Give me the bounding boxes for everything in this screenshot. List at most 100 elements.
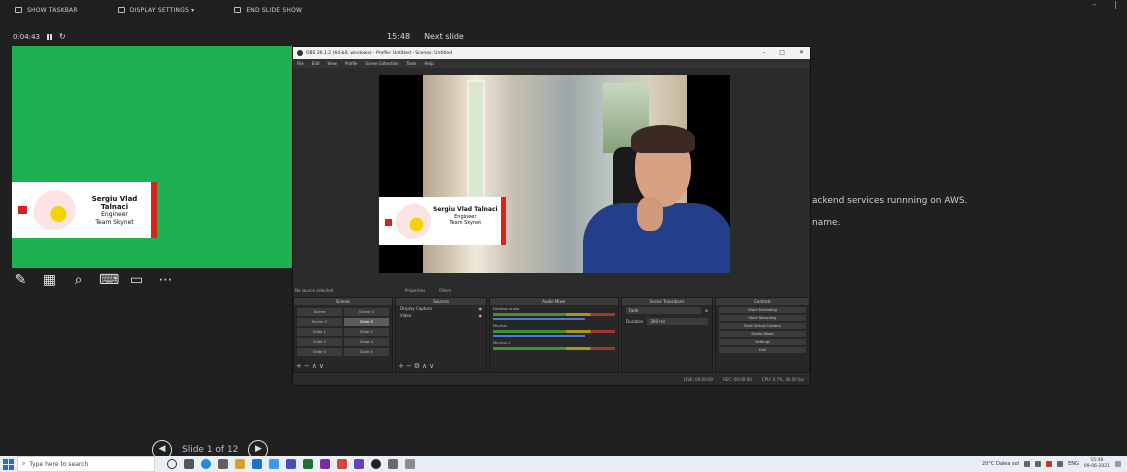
language-indicator[interactable]: ENG [1068, 461, 1079, 467]
settings-button[interactable]: Settings [719, 339, 806, 345]
more-icon[interactable]: ⋯ [157, 272, 174, 289]
obs-maximize-icon[interactable]: □ [779, 49, 785, 56]
minimize-icon[interactable]: – [1092, 0, 1096, 9]
obs-app-icon [297, 50, 303, 56]
menu-edit[interactable]: Edit [312, 61, 320, 66]
display-icon [117, 7, 125, 13]
duration-label: Duration [626, 319, 644, 324]
scene-button[interactable]: Scene 2 [344, 308, 389, 316]
menu-file[interactable]: File [297, 61, 304, 66]
start-streaming-button[interactable]: Start Streaming [719, 307, 806, 313]
source-add-remove-icons[interactable]: +−⚙∧∨ [398, 362, 436, 370]
doodle-illustration [32, 190, 76, 230]
scene-button[interactable]: Scene 3 [297, 318, 342, 326]
scene-button[interactable]: Slide 5 [297, 348, 342, 356]
notes-line-2: name. [812, 218, 841, 228]
obs-preview[interactable]: Sergiu Vlad Talnaci Engineer Team Skynet [379, 75, 730, 273]
menu-profile[interactable]: Profile [345, 61, 357, 66]
next-slide-label: Next slide [424, 32, 464, 41]
subtitles-icon[interactable]: ▭ [128, 272, 145, 289]
rec-time: REC: 00:00:00 [723, 376, 752, 382]
volume-fader[interactable] [493, 318, 585, 320]
onenote-icon[interactable] [320, 459, 330, 469]
visual-studio-icon[interactable] [354, 459, 364, 469]
powerpoint-icon[interactable] [337, 459, 347, 469]
cortana-icon[interactable] [167, 459, 177, 469]
volume-fader[interactable] [493, 335, 585, 337]
reset-timer-icon[interactable]: ↻ [59, 32, 66, 41]
transition-add-icon[interactable]: ⊕ [705, 308, 708, 313]
scene-button[interactable]: Slide 5 [344, 348, 389, 356]
taskbar-date: 09-06-2021 [1083, 464, 1110, 469]
filters-button[interactable]: Filters [439, 288, 451, 293]
preview-card-text: Sergiu Vlad Talnaci Engineer Team Skynet [433, 206, 498, 227]
menu-scene-collection[interactable]: Scene Collection [365, 61, 398, 66]
windows-start-icon[interactable] [3, 458, 14, 470]
mixer-title: Audio Mixer [490, 298, 618, 305]
scene-button[interactable]: Slide 3 [297, 338, 342, 346]
pointer-screen-icon[interactable]: ⌨ [99, 272, 119, 289]
zoom-icon[interactable]: ⌕ [70, 272, 87, 289]
start-recording-button[interactable]: Start Recording [719, 315, 806, 321]
current-time: 15:48 [387, 32, 411, 41]
taskbar-icon [15, 7, 22, 13]
end-slide-show-button[interactable]: END SLIDE SHOW [234, 7, 302, 14]
obs-minimize-icon[interactable]: – [762, 49, 765, 56]
scene-button[interactable]: Slide 1 [297, 328, 342, 336]
slide-tools: ✎ ▦ ⌕ ⌨ ▭ ⋯ [12, 272, 174, 289]
scene-button[interactable]: Slide 2 [344, 328, 389, 336]
scene-button-active[interactable]: Slide 0 [344, 318, 389, 326]
visibility-eye-icon[interactable]: ◉ [479, 306, 483, 311]
pen-icon[interactable]: ✎ [12, 272, 29, 289]
battery-icon[interactable] [1057, 461, 1064, 467]
obs-taskbar-icon[interactable] [371, 459, 381, 469]
studio-mode-button[interactable]: Studio Mode [719, 331, 806, 337]
timer-row: 0:04:43 ↻ [13, 32, 66, 41]
notifications-icon[interactable] [1115, 461, 1121, 467]
transition-select[interactable]: Fade [626, 307, 701, 314]
tray-app-icon[interactable] [1046, 461, 1053, 467]
weather-label[interactable]: 20°C Dalea sol [982, 461, 1019, 467]
source-item[interactable]: Video ◉ [396, 312, 486, 319]
start-virtual-camera-button[interactable]: Start Virtual Camera [719, 323, 806, 329]
taskbar-clock[interactable]: 15:48 09-06-2021 [1084, 458, 1110, 470]
volume-icon[interactable] [1035, 461, 1042, 467]
pause-icon[interactable] [47, 33, 52, 40]
exit-button[interactable]: Exit [719, 347, 806, 353]
clock-row: 15:48 Next slide [387, 32, 464, 41]
scene-button[interactable]: Slide 4 [344, 338, 389, 346]
obs-close-icon[interactable]: ✕ [799, 49, 804, 56]
paint-icon[interactable] [405, 459, 415, 469]
teams-icon[interactable] [286, 459, 296, 469]
obs-title: OBS 26.1.2 (64-bit, windows) - Profile: … [306, 50, 453, 56]
volume-meter [493, 313, 615, 316]
duration-input[interactable]: 300 ms [647, 318, 708, 325]
file-explorer-icon[interactable] [235, 459, 245, 469]
person-hand [637, 197, 663, 231]
display-settings-button[interactable]: DISPLAY SETTINGS ▾ [117, 7, 195, 14]
visibility-eye-icon[interactable]: ◉ [479, 313, 483, 318]
obs-menubar: File Edit View Profile Scene Collection … [293, 59, 810, 68]
mail-icon[interactable] [252, 459, 262, 469]
edge-icon[interactable] [201, 459, 211, 469]
background-door [467, 80, 485, 200]
task-view-icon[interactable] [184, 459, 194, 469]
properties-button[interactable]: Properties [405, 288, 425, 293]
store-icon[interactable] [218, 459, 228, 469]
controls-title: Controls [716, 298, 809, 305]
menu-help[interactable]: Help [425, 61, 434, 66]
excel-icon[interactable] [303, 459, 313, 469]
presenter-toolbar: SHOW TASKBAR DISPLAY SETTINGS ▾ END SLID… [0, 0, 1127, 20]
controls-dock: Controls Start Streaming Start Recording… [715, 297, 810, 373]
show-taskbar-button[interactable]: SHOW TASKBAR [15, 7, 78, 14]
menu-tools[interactable]: Tools [407, 61, 417, 66]
photos-icon[interactable] [269, 459, 279, 469]
source-item[interactable]: Display Capture ◉ [396, 305, 486, 312]
snipping-tool-icon[interactable] [388, 459, 398, 469]
slides-grid-icon[interactable]: ▦ [41, 272, 58, 289]
scene-button[interactable]: Scene [297, 308, 342, 316]
network-icon[interactable] [1024, 461, 1031, 467]
taskbar-search[interactable]: ⌕ Type here to search [17, 456, 155, 472]
menu-view[interactable]: View [327, 61, 337, 66]
scene-add-remove-icons[interactable]: +−∧∨ [296, 362, 326, 370]
